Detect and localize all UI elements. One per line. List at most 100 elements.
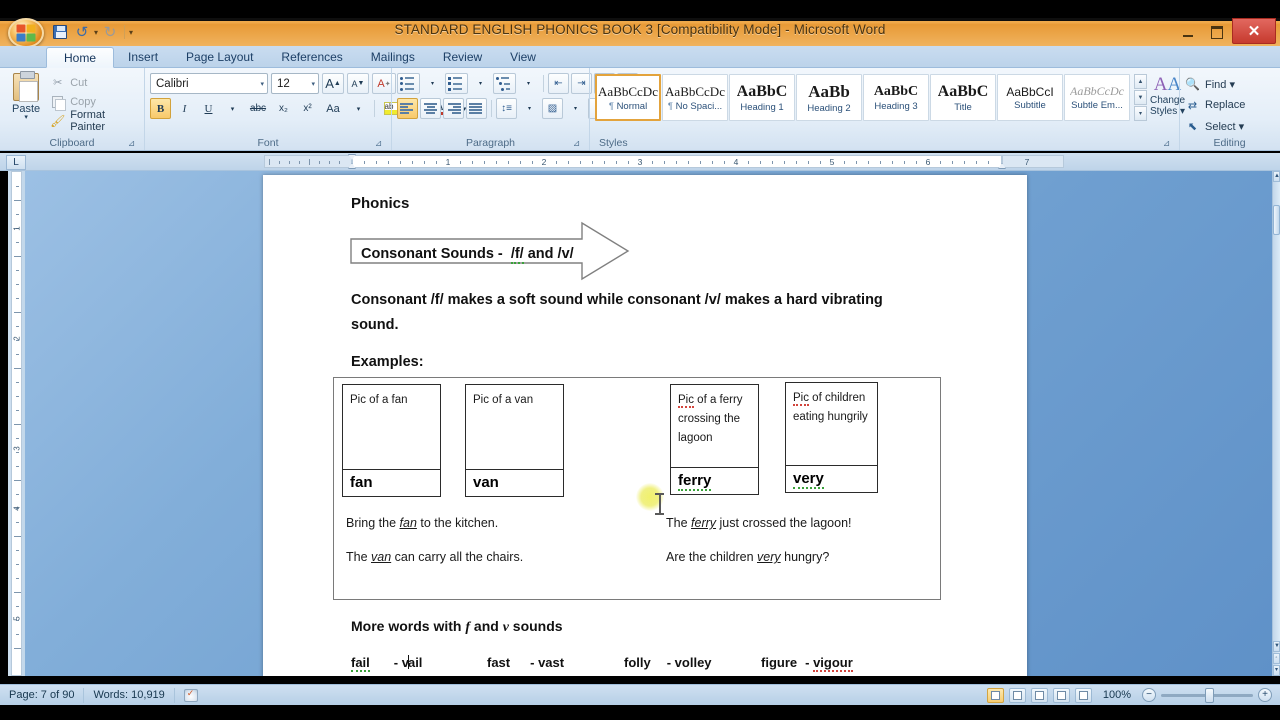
bullets-icon[interactable]	[397, 73, 420, 94]
decrease-indent-icon[interactable]: ⇤	[548, 73, 569, 94]
shading-dropdown-icon[interactable]: ▾	[565, 98, 586, 119]
tab-home[interactable]: Home	[46, 47, 115, 68]
full-screen-reading-view-button[interactable]	[1008, 687, 1026, 703]
proofing-status-button[interactable]	[175, 688, 207, 703]
line-spacing-icon[interactable]: ↕≡	[496, 98, 517, 119]
draft-view-button[interactable]	[1074, 687, 1092, 703]
minimize-button[interactable]	[1174, 21, 1202, 43]
format-painter-button[interactable]: 🖌 Format Painter	[50, 109, 139, 133]
multilevel-list-icon[interactable]	[493, 73, 516, 94]
restore-button[interactable]	[1203, 21, 1231, 43]
change-case-dropdown-icon[interactable]: ▾	[348, 98, 369, 119]
paste-dropdown-icon[interactable]: ▾	[24, 114, 28, 121]
web-layout-view-button[interactable]	[1030, 687, 1048, 703]
save-button[interactable]	[50, 23, 70, 42]
bullets-dropdown-icon[interactable]: ▾	[422, 73, 443, 94]
undo-button[interactable]: ↺	[72, 23, 92, 42]
font-dialog-launcher[interactable]: ⊿	[373, 138, 384, 149]
table-cell-ferry[interactable]: Pic of a ferry crossing the lagoon ferry	[670, 384, 785, 497]
zoom-level-label[interactable]: 100%	[1097, 689, 1137, 701]
strikethrough-button[interactable]: abc	[246, 98, 270, 119]
underline-button[interactable]: U	[198, 98, 219, 119]
style-normal[interactable]: AaBbCcDc ¶ Normal	[595, 74, 661, 121]
replace-button[interactable]: ⇄ Replace	[1185, 95, 1245, 115]
scroll-up-icon[interactable]: ▲	[1273, 171, 1280, 182]
copy-button[interactable]: Copy	[50, 93, 139, 111]
scrollbar-thumb[interactable]	[1273, 205, 1280, 235]
numbering-icon[interactable]	[445, 73, 468, 94]
zoom-slider[interactable]	[1161, 687, 1253, 703]
tab-review[interactable]: Review	[429, 46, 496, 67]
underline-dropdown-icon[interactable]: ▾	[222, 98, 243, 119]
zoom-in-button[interactable]: +	[1258, 688, 1272, 702]
previous-page-icon[interactable]: ◦	[1273, 653, 1280, 664]
align-center-icon[interactable]	[420, 98, 441, 119]
tab-view[interactable]: View	[496, 46, 550, 67]
styles-dialog-launcher[interactable]: ⊿	[1161, 138, 1172, 149]
align-left-icon[interactable]	[397, 98, 418, 119]
change-case-button[interactable]: Aa	[321, 98, 345, 119]
vertical-ruler[interactable]: 1 2 3 4 5	[8, 171, 25, 676]
superscript-button[interactable]: x²	[297, 98, 318, 119]
undo-dropdown-icon[interactable]: ▾	[94, 28, 98, 37]
font-name-combo[interactable]: Calibri ▾	[150, 73, 268, 94]
find-button[interactable]: 🔍 Find ▾	[1185, 74, 1235, 94]
outline-view-button[interactable]	[1052, 687, 1070, 703]
font-name-dropdown-icon[interactable]: ▾	[254, 80, 264, 88]
word-pair-4: figure - vigour	[761, 655, 853, 672]
multilevel-dropdown-icon[interactable]: ▾	[518, 73, 539, 94]
page-indicator[interactable]: Page: 7 of 90	[0, 687, 85, 703]
style-heading-3[interactable]: AaBbC Heading 3	[863, 74, 929, 121]
table-cell-van[interactable]: Pic of a van van	[465, 384, 670, 497]
italic-button[interactable]: I	[174, 98, 195, 119]
close-button[interactable]: ✕	[1232, 18, 1276, 44]
tab-insert[interactable]: Insert	[114, 46, 172, 67]
tab-references[interactable]: References	[267, 46, 356, 67]
style-title[interactable]: AaBbC Title	[930, 74, 996, 121]
subscript-button[interactable]: x₂	[273, 98, 294, 119]
scroll-down-icon[interactable]: ▼	[1273, 641, 1280, 652]
clipboard-dialog-launcher[interactable]: ⊿	[126, 138, 137, 149]
line-spacing-dropdown-icon[interactable]: ▾	[519, 98, 540, 119]
tab-mailings[interactable]: Mailings	[357, 46, 429, 67]
tab-page-layout[interactable]: Page Layout	[172, 46, 267, 67]
shrink-font-button[interactable]: A ▼	[347, 73, 369, 94]
style-no-spacing[interactable]: AaBbCcDc ¶ No Spaci...	[662, 74, 728, 121]
styles-scroll-up-icon[interactable]: ▲	[1134, 74, 1147, 89]
next-page-icon[interactable]: ▾	[1273, 665, 1280, 676]
styles-more-icon[interactable]: ▾	[1134, 106, 1147, 121]
select-button[interactable]: ⬉ Select ▾	[1185, 116, 1244, 136]
justify-icon[interactable]	[466, 98, 487, 119]
style-subtitle[interactable]: AaBbCcI Subtitle	[997, 74, 1063, 121]
styles-scroll-down-icon[interactable]: ▼	[1134, 90, 1147, 105]
align-right-icon[interactable]	[443, 98, 464, 119]
zoom-slider-thumb[interactable]	[1205, 687, 1214, 703]
print-layout-view-button[interactable]	[986, 687, 1004, 703]
font-size-combo[interactable]: 12 ▾	[271, 73, 319, 94]
redo-button[interactable]: ↻	[100, 23, 120, 42]
document-canvas[interactable]: Phonics Consonant Sounds - /f/ and /v/ C…	[25, 171, 1272, 676]
paste-button[interactable]: Paste ▾	[5, 71, 47, 121]
document-page[interactable]: Phonics Consonant Sounds - /f/ and /v/ C…	[263, 175, 1027, 676]
style-subtle-emphasis[interactable]: AaBbCcDc Subtle Em...	[1064, 74, 1130, 121]
style-heading-1[interactable]: AaBbC Heading 1	[729, 74, 795, 121]
shading-icon[interactable]: ▨	[542, 98, 563, 119]
table-cell-fan[interactable]: Pic of a fan fan	[342, 384, 465, 497]
paragraph-dialog-launcher[interactable]: ⊿	[571, 138, 582, 149]
font-size-dropdown-icon[interactable]: ▾	[305, 80, 315, 88]
word-count[interactable]: Words: 10,919	[84, 687, 175, 703]
tab-selector-button[interactable]: L	[6, 155, 26, 170]
customize-qat-icon[interactable]: ▾	[129, 28, 133, 37]
cut-button[interactable]: ✂ Cut	[50, 74, 139, 91]
horizontal-ruler[interactable]: L 1 2 3 4 5 6 7	[0, 153, 1280, 171]
office-button[interactable]	[8, 18, 44, 48]
bold-button[interactable]: B	[150, 98, 171, 119]
zoom-out-button[interactable]: −	[1142, 688, 1156, 702]
numbering-dropdown-icon[interactable]: ▾	[470, 73, 491, 94]
style-heading-2[interactable]: AaBb Heading 2	[796, 74, 862, 121]
examples-table[interactable]: Pic of a fan fan Pic of a van van Pic of…	[333, 377, 941, 600]
grow-font-button[interactable]: A ▲	[322, 73, 344, 94]
arrow-banner-shape[interactable]: Consonant Sounds - /f/ and /v/	[350, 220, 630, 282]
table-cell-very[interactable]: Pic of children eating hungrily very	[785, 382, 885, 497]
vertical-scrollbar[interactable]: ▲ ▼ ◦ ▾	[1272, 171, 1280, 676]
